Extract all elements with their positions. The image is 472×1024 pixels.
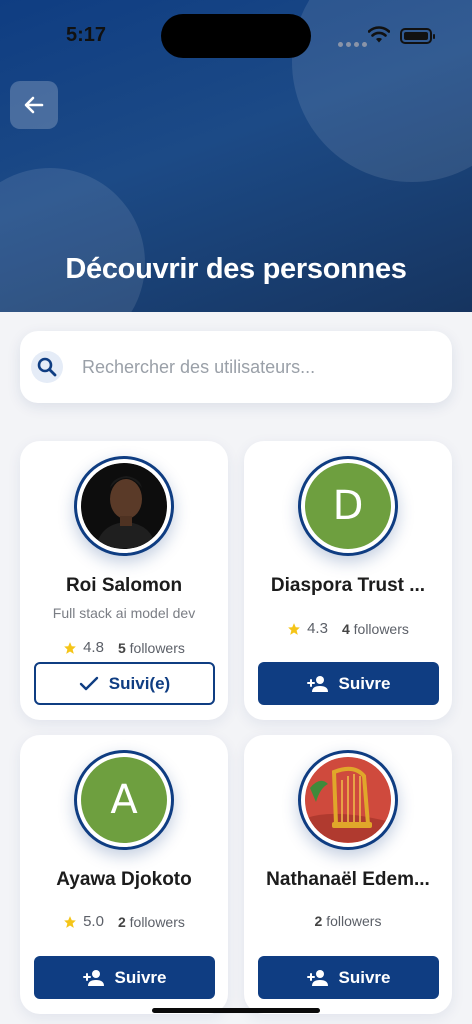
follow-button[interactable]: Suivre <box>258 662 439 705</box>
home-indicator <box>152 1008 320 1013</box>
star-icon <box>64 641 76 654</box>
avatar <box>74 456 174 556</box>
rating: 4.3 <box>287 620 328 637</box>
rating: 5.0 <box>63 913 104 930</box>
star-icon <box>288 622 300 635</box>
user-bio: Full stack ai model dev <box>52 605 196 621</box>
person-add-icon <box>306 969 328 986</box>
signal-icon <box>338 34 370 52</box>
harp-image <box>306 758 390 842</box>
avatar <box>298 750 398 850</box>
rating-value: 5.0 <box>83 913 104 930</box>
battery-icon <box>400 28 435 44</box>
profile-photo <box>82 464 166 548</box>
arrow-left-icon <box>24 96 44 114</box>
followers-count: 4 followers <box>341 620 409 637</box>
decorative-circle <box>0 168 145 312</box>
followers-count: 2 followers <box>117 913 185 930</box>
search-input[interactable] <box>82 352 432 382</box>
button-label: Suivre <box>338 967 391 987</box>
user-name: Diaspora Trust ... <box>270 575 426 596</box>
back-button[interactable] <box>10 81 58 129</box>
rating: 4.8 <box>63 639 104 656</box>
status-bar: 5:17 <box>0 0 472 70</box>
user-stats: 4.3 4 followers <box>244 620 452 637</box>
check-icon <box>79 676 98 690</box>
user-name: Nathanaël Edem... <box>266 869 430 890</box>
followers-count: 2 followers <box>314 913 382 929</box>
follow-button[interactable]: Suivre <box>258 956 439 999</box>
user-card[interactable]: A Ayawa Djokoto 5.0 2 followers Suivre <box>20 735 228 1014</box>
status-time: 5:17 <box>66 24 107 46</box>
user-card[interactable]: Nathanaël Edem... 2 followers Suivre <box>244 735 452 1014</box>
button-label: Suivi(e) <box>108 673 171 693</box>
followers-count: 5 followers <box>117 639 185 656</box>
rating-value: 4.8 <box>83 639 104 656</box>
avatar: D <box>298 456 398 556</box>
user-stats: 5.0 2 followers <box>20 913 228 930</box>
page-title: Découvrir des personnes <box>65 253 407 285</box>
person-add-icon <box>306 675 328 692</box>
person-add-icon <box>82 969 104 986</box>
button-label: Suivre <box>338 673 391 693</box>
avatar: A <box>74 750 174 850</box>
dynamic-island <box>161 14 311 58</box>
wifi-icon <box>368 26 390 43</box>
following-button[interactable]: Suivi(e) <box>34 662 215 705</box>
header: 5:17 Découvrir des personnes <box>0 0 472 312</box>
star-icon <box>64 915 76 928</box>
avatar-letter: A <box>110 777 138 823</box>
search-icon <box>31 351 63 383</box>
user-card[interactable]: Roi Salomon Full stack ai model dev 4.8 … <box>20 441 228 720</box>
user-card[interactable]: D Diaspora Trust ... 4.3 4 followers Sui… <box>244 441 452 720</box>
user-stats: 2 followers <box>244 913 452 929</box>
user-name: Roi Salomon <box>65 575 183 596</box>
rating-value: 4.3 <box>307 620 328 637</box>
follow-button[interactable]: Suivre <box>34 956 215 999</box>
avatar-letter: D <box>332 483 364 529</box>
button-label: Suivre <box>114 967 167 987</box>
user-name: Ayawa Djokoto <box>56 869 192 890</box>
user-stats: 4.8 5 followers <box>20 639 228 656</box>
